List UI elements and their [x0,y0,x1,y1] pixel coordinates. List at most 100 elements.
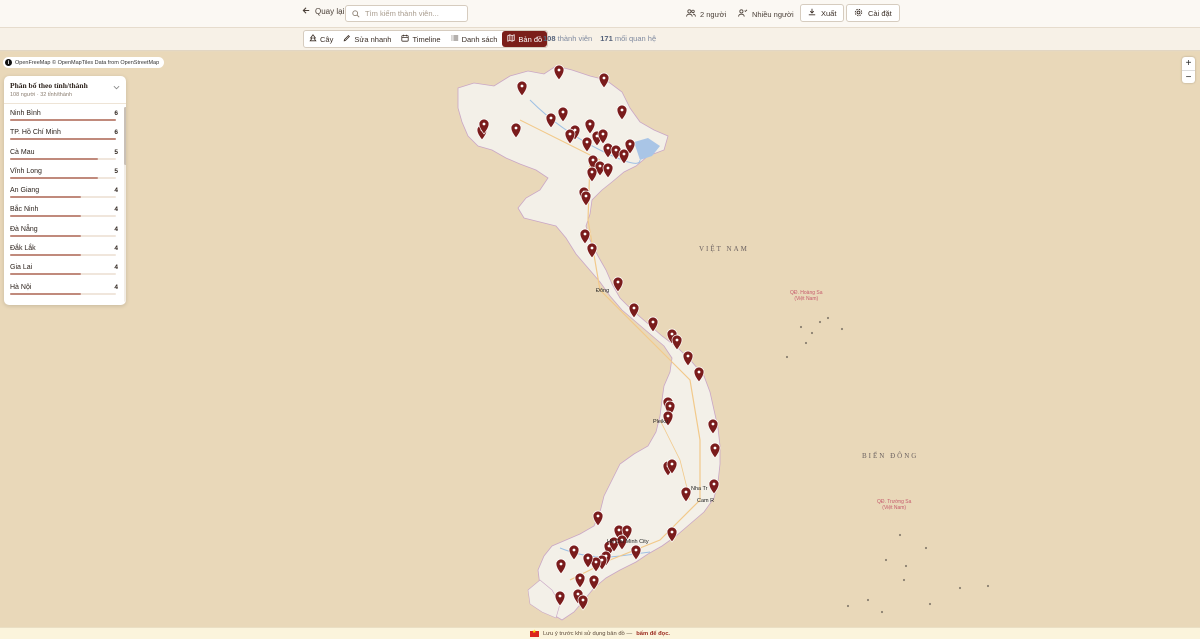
province-bar-track [10,273,116,276]
city-label-dong: Đông [596,288,610,294]
back-label: Quay lại [315,7,345,16]
users-icon [686,9,696,19]
island-dot [958,586,962,590]
island-dot [924,546,928,550]
user-group-icon [738,9,748,19]
province-name: Ninh Bình [10,110,41,117]
city-label-cam: Cam R [697,498,715,504]
province-row[interactable]: Cà Mau 5 [4,144,122,163]
province-name: Gia Lai [10,264,33,272]
settings-button[interactable]: Cài đặt [846,4,900,22]
province-bar-track [10,176,116,179]
country-label: VIỆT NAM [699,245,749,253]
province-bar-fill [10,254,81,257]
island-dot [840,327,844,331]
people-count[interactable]: 2 người [686,9,726,19]
province-bar-fill [10,273,81,276]
city-label-hcm: Hồ Chí Minh City [607,539,649,545]
tab-label: Danh sách [461,34,498,44]
province-count: 5 [114,167,118,175]
province-bar-fill [10,138,116,141]
scrollbar-thumb[interactable] [124,107,126,165]
vietnam-map[interactable] [0,52,1200,627]
province-row[interactable]: Bắc Ninh 4 [4,201,122,220]
gear-icon [854,8,863,19]
island-dot [928,602,932,606]
top-toolbar: Quay lại 2 người Nhiều người Xuất Cài đặ… [0,0,1200,28]
map-notice-bar: Lưu ý trước khi sử dụng bản đồ — bấm để … [0,627,1200,639]
tree-icon [309,34,317,44]
map-attribution[interactable]: i OpenFreeMap © OpenMapTiles Data from O… [3,57,165,68]
province-bar-fill [10,176,99,179]
member-location-pin[interactable] [577,594,589,611]
list-icon [451,34,459,44]
tab-tree[interactable]: Cây [304,31,338,47]
tab-list[interactable]: Danh sách [446,31,503,47]
back-button[interactable]: Quay lại [302,6,344,17]
export-label: Xuất [821,8,837,18]
province-count: 6 [114,110,118,117]
island-dot [904,564,908,568]
province-bar-track [10,292,116,295]
member-stat: 108 thành viên [543,34,593,43]
export-button[interactable]: Xuất [800,4,845,22]
calendar-icon [401,34,410,44]
island-dot [818,320,822,324]
province-bar-fill [10,196,81,199]
province-bar-fill [10,157,99,160]
tab-label: Bản đồ [518,34,543,44]
tab-map[interactable]: Bản đồ [502,31,548,47]
relation-stat: 171 mối quan hệ [600,34,657,43]
province-row[interactable]: Ninh Bình 6 [4,105,122,124]
island-dot [866,598,870,602]
province-count: 4 [114,245,118,253]
zoom-in-button[interactable]: + [1182,57,1195,70]
panel-title: Phân bố theo tỉnh/thành [10,81,88,90]
tab-label: Timeline [412,34,441,44]
notice-link[interactable]: bấm để đọc. [636,631,670,637]
province-bar-fill [10,234,81,237]
tab-quick-edit[interactable]: Sửa nhanh [338,31,396,47]
attribution-text: OpenFreeMap © OpenMapTiles Data from Ope… [15,59,160,66]
settings-label: Cài đặt [868,8,892,18]
province-bar-track [10,196,116,199]
province-count: 6 [114,129,118,137]
province-list: Ninh Bình 6 TP. Hồ Chí Minh 6 Cà Mau 5 Vĩnh Lo… [4,105,122,298]
chevron-down-icon[interactable] [113,85,120,92]
notice-text: Lưu ý trước khi sử dụng bản đồ — [542,630,633,637]
province-name: Bắc Ninh [10,206,39,214]
province-row[interactable]: Hà Nội 4 [4,279,122,298]
province-bar-fill [10,215,81,218]
province-bar-track [10,138,116,141]
province-bar-track [10,234,116,237]
search-input[interactable] [365,9,465,18]
info-icon[interactable]: i [5,59,12,66]
multi-people-label: Nhiều người [752,9,794,19]
tab-timeline[interactable]: Timeline [396,31,445,47]
panel-subtitle: 108 người · 32 tỉnh/thành [10,92,73,98]
province-row[interactable]: Gia Lai 4 [4,259,122,278]
province-count: 4 [114,206,118,214]
province-count: 4 [114,264,118,272]
province-row[interactable]: Đà Nẵng 4 [4,221,122,240]
city-label-nha-trang: Nha Tr [691,486,708,492]
map-icon [507,34,516,44]
zoom-out-button[interactable]: − [1182,70,1195,83]
multi-people-toggle[interactable]: Nhiều người [738,9,794,19]
tree-stats: 108 thành viên 171 mối quan hệ [543,34,656,43]
tab-label: Cây [320,34,334,44]
island-dot [986,584,990,588]
island-dot [884,558,888,562]
province-name: An Giang [10,187,40,195]
province-row[interactable]: TP. Hồ Chí Minh 6 [4,124,122,143]
province-name: Đà Nẵng [10,225,38,233]
province-row[interactable]: Vĩnh Long 5 [4,163,122,182]
map-canvas[interactable]: VIỆT NAM BIỂN ĐÔNG QĐ. Hoàng Sa (Việt Na… [0,52,1200,627]
panel-header[interactable]: Phân bố theo tỉnh/thành 108 người · 32 t… [4,76,126,104]
zoom-controls: + − [1182,57,1195,83]
province-row[interactable]: Đắk Lắk 4 [4,240,122,259]
province-bar-track [10,215,116,218]
province-row[interactable]: An Giang 4 [4,182,122,201]
search-box [345,5,468,22]
sea-label: BIỂN ĐÔNG [862,452,919,460]
